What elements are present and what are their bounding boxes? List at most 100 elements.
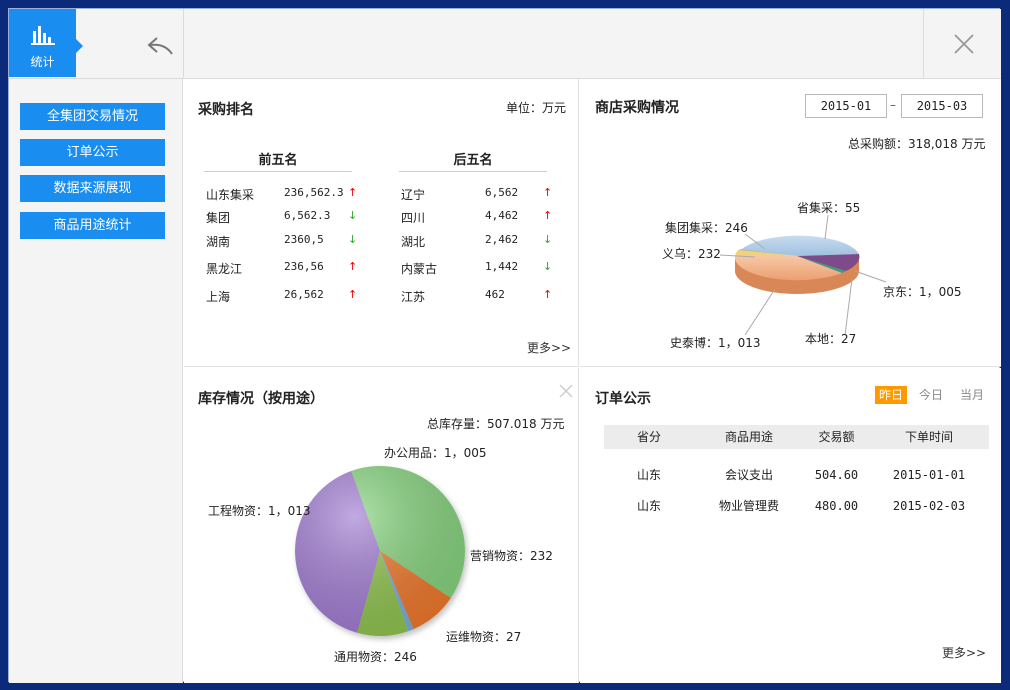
rank-value: 26,562 (284, 288, 324, 301)
rank-name: 辽宁 (401, 188, 426, 202)
more-link[interactable]: 更多>> (942, 644, 986, 661)
store-pie-chart: 省集采：55 集团集采：246 义乌：232 京东：1，005 本地：27 史泰… (662, 200, 962, 350)
cell-usage: 物业管理费 (718, 499, 779, 513)
arrow-up-icon: ↑ (348, 186, 358, 199)
stats-window: 统计 全集团交易情况 订单公示 数据来源展现 商品用途统计 采购排名 单位：万元… (8, 8, 1001, 683)
rank-value: 2360,5 (284, 233, 324, 246)
rank-name: 江苏 (401, 290, 426, 304)
rank-row: 上海 26,562 ↑ (206, 288, 366, 308)
inventory-pie-chart: 办公用品：1，005 工程物资：1，013 营销物资：232 运维物资：27 通… (208, 445, 553, 664)
rank-value: 236,562.3 (284, 186, 344, 199)
cell-usage: 会议支出 (724, 468, 773, 482)
leader-line (844, 278, 853, 336)
column-header: 下单时间 (904, 430, 953, 444)
rank-row: 湖北 2,462 ↓ (401, 233, 561, 253)
bar-chart-icon (31, 26, 55, 45)
rank-name: 湖北 (401, 235, 426, 249)
rank-value: 6,562 (485, 186, 519, 199)
rank-row: 四川 4,462 ↑ (401, 209, 561, 229)
rank-row: 湖南 2360,5 ↓ (206, 233, 366, 253)
arrow-up-icon: ↑ (543, 186, 553, 199)
cell-time: 2015-02-03 (892, 499, 966, 513)
purchase-rank-panel: 采购排名 单位：万元 前五名 后五名 山东集采 236,562.3 ↑ 集团 6,562… (184, 79, 579, 367)
top-bar: 统计 (9, 9, 1001, 79)
column-header: 省分 (636, 430, 661, 444)
sidebar: 全集团交易情况 订单公示 数据来源展现 商品用途统计 (9, 79, 183, 683)
rank-name: 黑龙江 (206, 262, 243, 276)
stat-tab[interactable]: 统计 (9, 9, 83, 77)
panel-title: 采购排名 (198, 102, 254, 118)
pie-slices (295, 465, 465, 636)
column-header: 交易额 (818, 430, 855, 444)
cell-amount: 480.00 (814, 499, 859, 513)
rank-row: 内蒙古 1,442 ↓ (401, 260, 561, 280)
pie-label: 营销物资：232 (470, 549, 553, 563)
pie-label: 办公用品：1，005 (384, 445, 487, 460)
arrow-up-icon: ↑ (348, 288, 358, 301)
rank-value: 2,462 (485, 233, 519, 246)
rank-value: 462 (485, 288, 505, 301)
rank-value: 4,462 (485, 209, 519, 222)
arrow-down-icon: ↓ (543, 233, 553, 246)
tab-this-month[interactable]: 当月 (956, 386, 988, 404)
sidebar-item-group-trade[interactable]: 全集团交易情况 (20, 103, 165, 130)
arrow-down-icon: ↓ (543, 260, 553, 273)
rank-name: 上海 (206, 290, 231, 304)
pie-label: 本地：27 (805, 332, 856, 346)
rank-value: 1,442 (485, 260, 519, 273)
rank-row: 集团 6,562.3 ↓ (206, 209, 366, 229)
cell-province: 山东 (636, 468, 661, 482)
pie-label: 通用物资：246 (334, 650, 417, 664)
rank-row: 黑龙江 236,56 ↑ (206, 260, 366, 280)
pie-label: 集团集采：246 (665, 220, 748, 235)
inventory-panel: 库存情况（按用途） 总库存量：507.018 万元 办公用品：1，005 工程物… (184, 368, 579, 683)
rank-value: 236,56 (284, 260, 324, 273)
order-table-header: 省分 商品用途 交易额 下单时间 (604, 425, 989, 449)
back-arrow-icon[interactable] (147, 35, 175, 57)
arrow-up-icon: ↑ (543, 288, 553, 301)
rank-name: 山东集采 (206, 188, 255, 202)
arrow-down-icon: ↓ (348, 233, 358, 246)
pie-label: 运维物资：27 (446, 630, 521, 644)
rank-name: 四川 (401, 211, 426, 225)
rank-row: 山东集采 236,562.3 ↑ (206, 186, 366, 206)
divider (204, 171, 352, 172)
rank-value: 6,562.3 (284, 209, 331, 222)
divider (399, 171, 547, 172)
cell-province: 山东 (636, 499, 661, 513)
bottom-five-header: 后五名 (453, 153, 493, 168)
close-icon[interactable] (953, 33, 975, 55)
more-link[interactable]: 更多>> (527, 339, 571, 356)
sidebar-item-data-source[interactable]: 数据来源展现 (20, 175, 165, 202)
leader-line (854, 270, 887, 283)
arrow-up-icon: ↑ (348, 260, 358, 273)
pie-label: 省集采：55 (797, 200, 860, 215)
top-divider (923, 9, 924, 79)
column-header: 商品用途 (724, 430, 773, 444)
rank-row: 辽宁 6,562 ↑ (401, 186, 561, 206)
rank-name: 集团 (206, 211, 231, 225)
cell-time: 2015-01-01 (892, 468, 966, 482)
table-row[interactable]: 山东 会议支出 504.60 2015-01-01 (604, 463, 989, 487)
pie-label: 史泰博：1，013 (670, 335, 761, 350)
rank-row: 江苏 462 ↑ (401, 288, 561, 308)
rank-name: 湖南 (206, 235, 231, 249)
pie-label: 义乌：232 (662, 246, 721, 261)
sidebar-item-product-usage[interactable]: 商品用途统计 (20, 212, 165, 239)
unit-label: 单位：万元 (506, 101, 567, 115)
tab-today[interactable]: 今日 (915, 386, 947, 404)
table-row[interactable]: 山东 物业管理费 480.00 2015-02-03 (604, 494, 989, 518)
pie-label: 京东：1，005 (883, 285, 962, 299)
orders-panel: 订单公示 昨日 今日 当月 省分 商品用途 交易额 下单时间 山东 会议支出 5… (580, 368, 1001, 683)
rank-name: 内蒙古 (401, 262, 438, 276)
sidebar-item-order-notice[interactable]: 订单公示 (20, 139, 165, 166)
tab-yesterday[interactable]: 昨日 (875, 386, 908, 404)
cell-amount: 504.60 (814, 468, 859, 482)
leader-line (744, 288, 776, 336)
stat-tab-label: 统计 (30, 55, 55, 69)
leader-line (824, 214, 829, 240)
top-divider (183, 9, 184, 79)
top-five-header: 前五名 (258, 153, 298, 168)
pie-label: 工程物资：1，013 (208, 503, 311, 518)
arrow-down-icon: ↓ (348, 209, 358, 222)
